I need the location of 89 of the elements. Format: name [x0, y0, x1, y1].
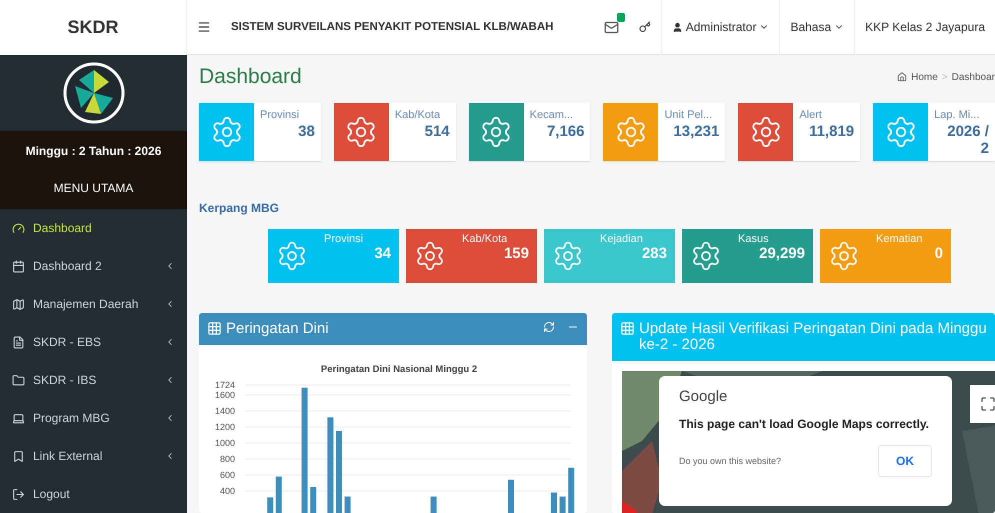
- chart-bar: [560, 496, 566, 513]
- stat-value: 2026 / 2: [946, 123, 989, 158]
- laptop-icon: [12, 412, 25, 424]
- sidebar-item[interactable]: Link External: [0, 437, 187, 475]
- stat-label: Kematian: [875, 233, 922, 245]
- refresh-icon[interactable]: [543, 321, 555, 333]
- chart-bar: [267, 497, 274, 513]
- gear-icon: [828, 240, 860, 272]
- sidebar-item[interactable]: Program MBG: [0, 399, 187, 437]
- panel-title: Peringatan Dini: [226, 321, 330, 337]
- breadcrumb-separator: >: [942, 72, 948, 82]
- fullscreen-button[interactable]: [970, 384, 995, 422]
- fullscreen-icon: [980, 396, 995, 412]
- notification-badge: [616, 12, 625, 22]
- dialog-brand: Google: [679, 388, 728, 404]
- axis-tick-label: 600: [220, 470, 235, 480]
- sidebar-item[interactable]: Manajemen Daerah: [0, 285, 187, 323]
- chart-bar: [310, 486, 316, 513]
- gear-icon: [414, 240, 446, 272]
- sidebar-item[interactable]: Dashboard 2: [0, 247, 187, 285]
- stat-value: 29,299: [759, 245, 805, 262]
- mail-icon[interactable]: [604, 20, 619, 34]
- period-label: Minggu : 2 Tahun : 2026: [0, 131, 187, 170]
- stat-value: 0: [934, 245, 943, 262]
- gear-icon: [690, 240, 722, 272]
- office-label: KKP Kelas 2 Jayapura: [854, 0, 995, 54]
- stat-label: Provinsi: [260, 109, 300, 121]
- stat-value: 11,819: [808, 123, 854, 140]
- stat-label: Kecam...: [530, 109, 574, 121]
- menu-heading: MENU UTAMA: [0, 170, 187, 209]
- axis-tick-label: 1724: [214, 380, 235, 390]
- panel-title: Update Hasil Verifikasi Peringatan Dini pada Minggu ke-2 - 2026: [639, 321, 987, 352]
- page-title: Dashboard: [199, 65, 302, 89]
- user-icon: [672, 22, 683, 32]
- section-title: Kerpang MBG: [199, 201, 280, 215]
- key-icon[interactable]: [638, 21, 651, 33]
- chart-bar: [568, 468, 574, 513]
- stat-value: 7,166: [546, 123, 584, 140]
- logout-icon: [12, 488, 25, 500]
- axis-tick-label: 1000: [214, 438, 235, 448]
- stat-label: Lap. Mi...: [934, 109, 980, 121]
- language-menu[interactable]: Bahasa: [779, 0, 854, 54]
- logo-icon: [62, 62, 124, 124]
- sidebar-item[interactable]: Logout: [0, 475, 187, 513]
- chart-bar: [276, 476, 282, 513]
- stat-label: Kab/Kota: [394, 109, 442, 121]
- gear-icon: [552, 240, 584, 272]
- folder-icon: [12, 374, 25, 386]
- axis-tick-label: 1600: [214, 390, 235, 400]
- breadcrumb-link[interactable]: Home: [911, 72, 938, 82]
- map-icon: [12, 298, 25, 310]
- stat-label: Kejadian: [599, 233, 643, 245]
- calendar-icon: [12, 260, 25, 272]
- stat-value: 34: [374, 245, 391, 262]
- stat-label: Provinsi: [323, 233, 364, 245]
- stat-value: 38: [297, 123, 315, 140]
- bookmark-icon: [12, 450, 25, 462]
- dialog-question: Do you own this website?: [679, 456, 782, 466]
- stat-label: Kasus: [737, 233, 769, 245]
- stat-label: Alert: [799, 109, 823, 121]
- axis-tick-label: 400: [220, 486, 235, 496]
- sidebar-item[interactable]: SKDR - EBS: [0, 323, 187, 361]
- chart-bar: [344, 496, 351, 513]
- brand-logo[interactable]: SKDR: [0, 0, 187, 55]
- chart-bar: [430, 496, 437, 513]
- axis-tick-label: 800: [220, 454, 235, 464]
- gear-icon: [276, 240, 308, 272]
- sidebar-item[interactable]: SKDR - IBS: [0, 361, 187, 399]
- stat-value: 13,231: [672, 123, 720, 140]
- axis-tick-label: 1200: [214, 422, 235, 432]
- grid-icon: [207, 321, 222, 336]
- ok-button[interactable]: OK: [878, 444, 932, 476]
- dialog-message: This page can't load Google Maps correctly.: [679, 416, 930, 430]
- chart-title: Peringatan Dini Nasional Minggu 2: [320, 364, 478, 375]
- stat-label: Unit Pel...: [664, 109, 714, 121]
- sidebar-item[interactable]: Dashboard: [0, 209, 187, 247]
- app-title: SISTEM SURVEILANS PENYAKIT POTENSIAL KLB/WABAH: [230, 21, 554, 33]
- stat-value: 283: [642, 245, 667, 262]
- stat-label: Kab/Kota: [461, 233, 508, 245]
- home-icon: [897, 72, 908, 82]
- user-menu[interactable]: Administrator: [660, 0, 780, 54]
- axis-tick-label: 1400: [214, 406, 235, 416]
- stat-value: 159: [504, 245, 529, 262]
- document-icon: [12, 336, 25, 348]
- dashboard-icon: [12, 222, 25, 234]
- chart-bar: [551, 492, 557, 513]
- chart-bar: [508, 480, 514, 513]
- stat-value: 514: [424, 123, 450, 140]
- grid-icon: [620, 321, 635, 336]
